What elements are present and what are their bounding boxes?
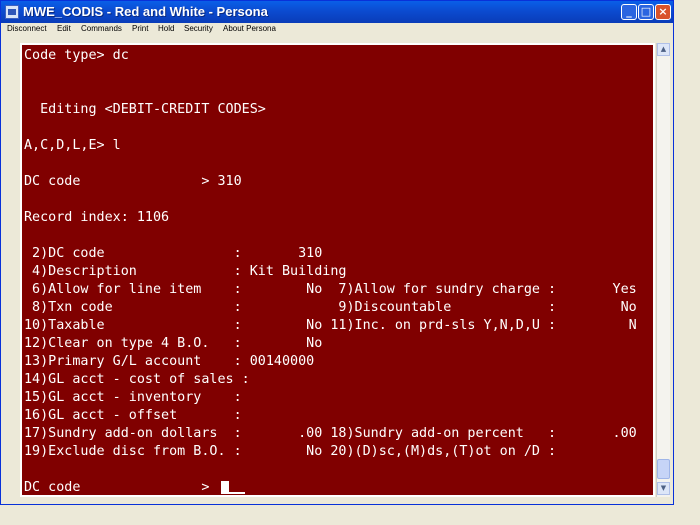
- menu-bar: Disconnect Edit Commands Print Hold Secu…: [1, 23, 673, 37]
- term-line-20: 15)GL acct - inventory :: [24, 390, 242, 405]
- window-title: MWE_CODIS - Red and White - Persona: [23, 4, 268, 19]
- title-bar[interactable]: MWE_CODIS - Red and White - Persona _ □ …: [1, 1, 673, 23]
- app-icon: [5, 5, 19, 19]
- term-prompt-line: DC code >: [24, 480, 210, 495]
- menu-commands[interactable]: Commands: [81, 24, 122, 33]
- term-line-14: 6)Allow for line item : No 7)Allow for s…: [24, 282, 637, 297]
- vertical-scrollbar[interactable]: ▲ ▼: [656, 43, 670, 497]
- scrollbar-thumb[interactable]: [657, 459, 670, 479]
- term-line-13: 4)Description : Kit Building: [24, 264, 347, 279]
- app-window: MWE_CODIS - Red and White - Persona _ □ …: [0, 0, 674, 505]
- menu-about-persona[interactable]: About Persona: [223, 24, 276, 33]
- term-line-1: Code type> dc: [24, 48, 129, 63]
- term-line-17: 12)Clear on type 4 B.O. : No: [24, 336, 323, 351]
- menu-hold[interactable]: Hold: [158, 24, 174, 33]
- menu-edit[interactable]: Edit: [57, 24, 71, 33]
- term-line-16: 10)Taxable : No 11)Inc. on prd-sls Y,N,D…: [24, 318, 637, 333]
- terminal-screen[interactable]: Code type> dc Editing <DEBIT-CREDIT CODE…: [20, 43, 655, 497]
- scroll-down-icon[interactable]: ▼: [657, 482, 670, 495]
- term-line-19: 14)GL acct - cost of sales :: [24, 372, 250, 387]
- maximize-button[interactable]: □: [638, 4, 654, 20]
- term-line-10: Record index: 1106: [24, 210, 170, 225]
- text-cursor: [221, 481, 229, 494]
- minimize-button[interactable]: _: [621, 4, 637, 20]
- term-line-6: A,C,D,L,E> l: [24, 138, 121, 153]
- term-line-22: 17)Sundry add-on dollars : .00 18)Sundry…: [24, 426, 637, 441]
- term-line-15: 8)Txn code : 9)Discountable : No: [24, 300, 637, 315]
- term-line-23: 19)Exclude disc from B.O. : No 20)(D)sc,…: [24, 444, 557, 459]
- term-line-4: Editing <DEBIT-CREDIT CODES>: [24, 102, 266, 117]
- close-button[interactable]: ×: [655, 4, 671, 20]
- scroll-up-icon[interactable]: ▲: [657, 43, 670, 56]
- term-line-21: 16)GL acct - offset :: [24, 408, 242, 423]
- term-line-12: 2)DC code : 310: [24, 246, 323, 261]
- term-line-8: DC code > 310: [24, 174, 242, 189]
- menu-security[interactable]: Security: [184, 24, 213, 33]
- menu-print[interactable]: Print: [132, 24, 148, 33]
- menu-disconnect[interactable]: Disconnect: [7, 24, 47, 33]
- term-line-18: 13)Primary G/L account : 00140000: [24, 354, 315, 369]
- input-field-underline[interactable]: [229, 492, 245, 494]
